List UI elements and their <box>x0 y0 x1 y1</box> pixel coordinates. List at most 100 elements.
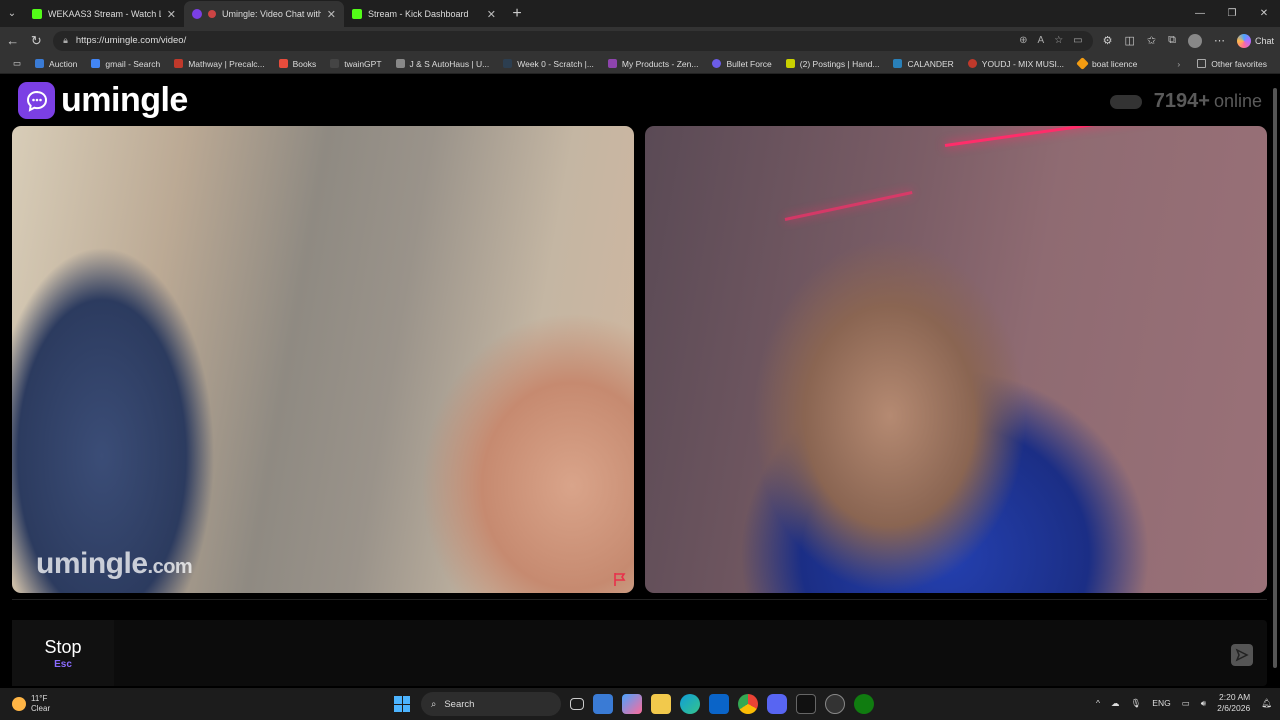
divider <box>12 599 1267 600</box>
onedrive-cloud-icon[interactable]: ☁ <box>1111 698 1120 709</box>
close-window-icon[interactable]: ✕ <box>1248 0 1280 27</box>
task-view-icon[interactable] <box>570 698 584 710</box>
bookmark-item[interactable]: boat licence <box>1071 57 1144 70</box>
tab-list-chevron-icon[interactable]: ⌄ <box>0 0 24 27</box>
bookmark-item[interactable]: Bullet Force <box>705 59 778 69</box>
bookmark-item[interactable]: (2) Postings | Hand... <box>779 59 887 69</box>
start-windows-icon[interactable] <box>392 694 412 714</box>
online-status: 7194+ online <box>1109 90 1262 113</box>
extensions-icon[interactable]: ⚙ <box>1103 34 1113 47</box>
send-button[interactable] <box>1231 644 1253 666</box>
copilot-chat-button[interactable]: Chat <box>1236 33 1274 48</box>
outlook-icon[interactable] <box>709 694 729 714</box>
bookmark-item[interactable]: twainGPT <box>323 59 388 69</box>
profile-avatar-icon[interactable] <box>1187 33 1202 48</box>
browser-tab-1[interactable]: WEKAAS3 Stream - Watch Live on ✕ <box>24 1 184 27</box>
language-indicator[interactable]: ENG <box>1152 698 1170 708</box>
favorite-star-icon[interactable]: ☆ <box>1054 35 1063 46</box>
bookmark-label: (2) Postings | Hand... <box>799 58 880 69</box>
edge-browser-icon[interactable] <box>680 694 700 714</box>
recording-icon <box>208 10 216 18</box>
umingle-favicon-icon <box>192 9 202 19</box>
self-video <box>645 126 1267 593</box>
copilot-label: Chat <box>1254 35 1274 46</box>
close-tab-icon[interactable]: ✕ <box>167 8 176 21</box>
bookmark-favicon-icon <box>278 59 288 68</box>
umingle-page: umingle 7194+ online umingle.com Stop Es… <box>0 75 1280 687</box>
weather-condition: Clear <box>31 704 51 713</box>
umingle-logo[interactable]: umingle <box>18 81 188 120</box>
kick-favicon-icon <box>32 9 42 19</box>
bookmark-item[interactable]: Auction <box>28 59 84 69</box>
bookmark-label: Bullet Force <box>726 58 772 69</box>
bookmark-label: My Products - Zen... <box>621 58 699 69</box>
bookmark-item[interactable]: YOUDJ - MIX MUSI... <box>961 59 1071 69</box>
minimize-icon[interactable]: — <box>1184 0 1216 27</box>
bookmark-item[interactable]: J & S AutoHaus | U... <box>389 59 497 69</box>
time: 2:20 AM <box>1219 692 1251 702</box>
discord-icon[interactable] <box>767 694 787 714</box>
restore-icon[interactable]: ❐ <box>1216 0 1248 27</box>
other-favorites-folder[interactable]: Other favorites <box>1190 59 1274 69</box>
weather-widget[interactable]: 11°F Clear <box>0 694 200 714</box>
back-icon[interactable]: ← <box>6 33 20 48</box>
store-icon[interactable] <box>593 694 613 714</box>
capcut-icon[interactable] <box>796 694 816 714</box>
clock[interactable]: 2:20 AM 2/6/2026 <box>1217 692 1250 714</box>
bookmark-favicon-icon <box>35 59 45 68</box>
refresh-icon[interactable]: ↻ <box>30 33 44 49</box>
report-flag-icon[interactable] <box>612 571 628 587</box>
bookmark-item[interactable]: Week 0 - Scratch |... <box>496 59 601 69</box>
search-icon: ⌕ <box>431 698 437 710</box>
network-icon[interactable]: ▭ <box>1182 698 1190 709</box>
new-tab-button[interactable]: + <box>504 1 530 27</box>
split-icon[interactable]: ◫ <box>1125 34 1135 47</box>
bookmark-item[interactable]: gmail - Search <box>84 59 167 69</box>
close-tab-icon[interactable]: ✕ <box>487 8 496 21</box>
browser-tab-3[interactable]: Stream - Kick Dashboard ✕ <box>344 1 504 27</box>
bookmark-favicon-icon <box>1076 57 1089 70</box>
microphone-icon[interactable]: 🎙︎ <box>1131 698 1142 709</box>
led-strip <box>944 126 1267 147</box>
tray-overflow-chevron-icon[interactable]: ^ <box>1096 698 1100 708</box>
more-options-icon[interactable]: ⋯ <box>1214 34 1225 47</box>
bookmark-item[interactable]: Mathway | Precalc... <box>167 59 271 69</box>
page-scrollbar[interactable] <box>1272 84 1278 680</box>
lock-icon[interactable]: 🔒︎ <box>63 35 68 46</box>
stop-button[interactable]: Stop Esc <box>12 620 114 686</box>
collections-icon[interactable]: ⧉ <box>1168 34 1176 47</box>
xbox-icon[interactable] <box>854 694 874 714</box>
chrome-icon[interactable] <box>738 694 758 714</box>
browser-tab-2[interactable]: Umingle: Video Chat with Stra ✕ <box>184 1 344 27</box>
bookmarks-menu-icon[interactable]: ▭ <box>6 58 28 69</box>
chat-message-input[interactable] <box>120 620 1220 686</box>
bookmarks-overflow-chevron-icon[interactable]: › <box>1167 59 1190 69</box>
kick-favicon-icon <box>352 9 362 19</box>
online-count: 7194+ <box>1153 90 1210 112</box>
taskbar-search-label: Search <box>444 698 475 710</box>
volume-icon[interactable]: 🔊︎ <box>1201 698 1206 709</box>
url-text: https://umingle.com/video/ <box>75 35 187 46</box>
windows-taskbar: 11°F Clear ⌕ Search ^ ☁ 🎙︎ ENG ▭ 🔊︎ 2:20… <box>0 688 1280 720</box>
file-explorer-icon[interactable] <box>651 694 671 714</box>
theme-toggle[interactable] <box>1109 94 1142 109</box>
notification-bell-icon[interactable]: 🔔︎ <box>1261 698 1272 709</box>
bookmark-item[interactable]: My Products - Zen... <box>601 59 706 69</box>
bookmark-item[interactable]: Books <box>272 59 324 69</box>
read-aloud-icon[interactable]: A <box>1038 35 1045 46</box>
close-tab-icon[interactable]: ✕ <box>327 8 336 21</box>
led-strip <box>784 191 913 221</box>
split-screen-icon[interactable]: ▭ <box>1073 35 1082 46</box>
favorites-icon[interactable]: ✩ <box>1147 34 1156 47</box>
address-bar[interactable]: 🔒︎ https://umingle.com/video/ ⊕ A ☆ ▭ <box>53 30 1093 51</box>
obs-icon[interactable] <box>825 694 845 714</box>
chat-bubble-icon <box>18 82 55 119</box>
bookmark-favicon-icon <box>91 59 101 68</box>
zoom-icon[interactable]: ⊕ <box>1019 35 1027 46</box>
bookmark-label: twainGPT <box>344 58 382 69</box>
watermark-suffix: .com <box>147 556 193 578</box>
taskbar-search-box[interactable]: ⌕ Search <box>421 692 561 716</box>
scroll-thumb[interactable] <box>1273 88 1277 668</box>
bookmark-item[interactable]: CALANDER <box>886 59 960 69</box>
copilot-app-icon[interactable] <box>622 694 642 714</box>
